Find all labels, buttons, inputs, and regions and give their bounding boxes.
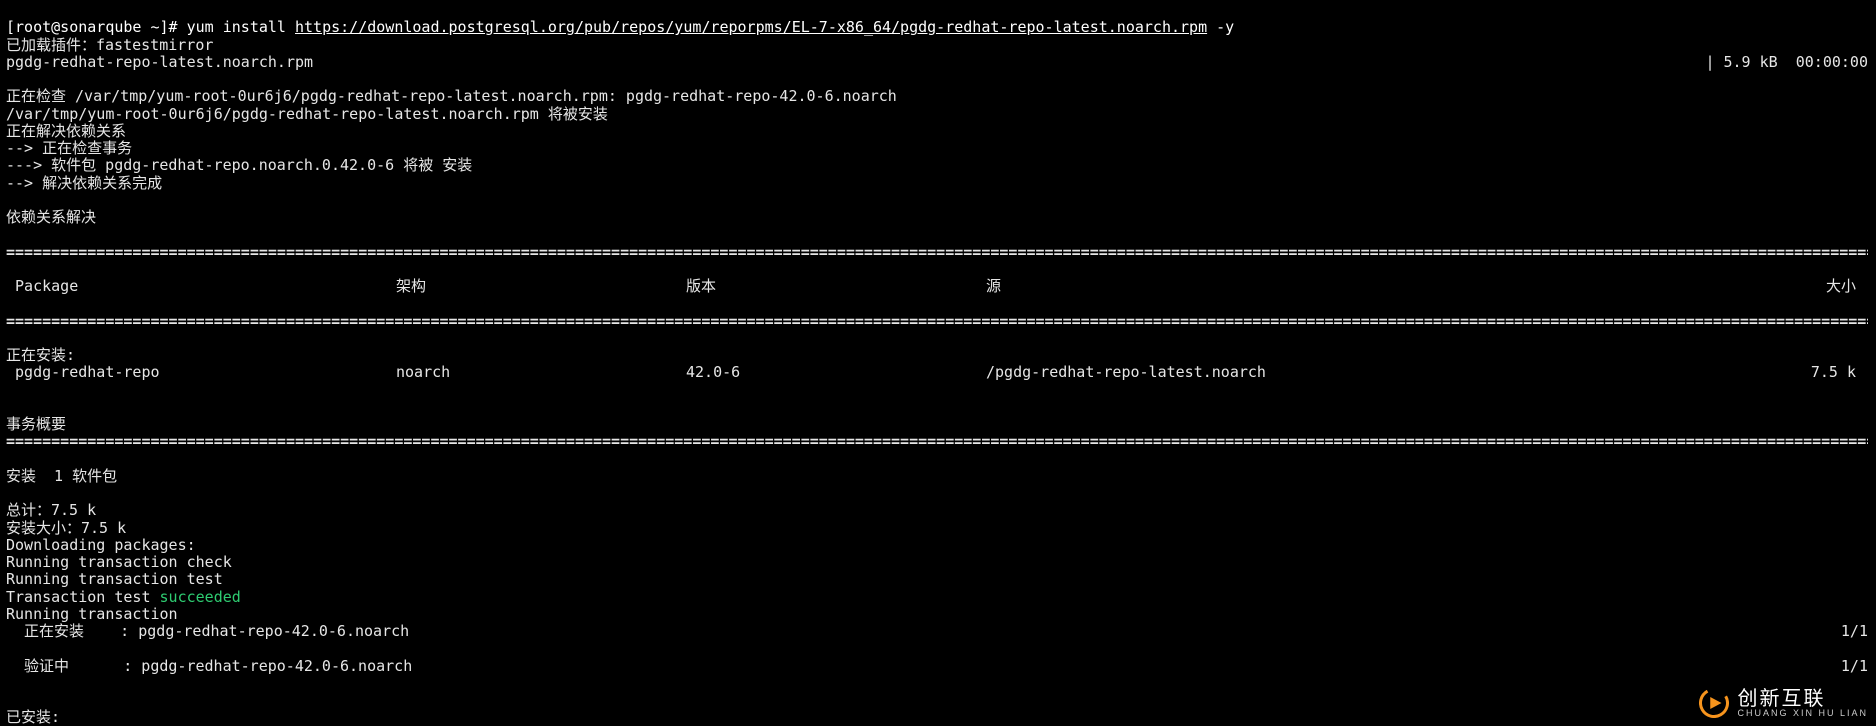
command-flags: -y (1207, 18, 1234, 36)
cell-size: 7.5 k (1506, 364, 1856, 381)
running-transaction: Running transaction (6, 605, 178, 623)
shell-prompt: [root@sonarqube ~]# yum install https://… (6, 18, 1234, 36)
transaction-test: Running transaction test (6, 570, 223, 588)
verifying-progress: 1/1 (412, 658, 1868, 675)
output-line: --> 解决依赖关系完成 (6, 174, 162, 192)
install-count: 安装 1 软件包 (6, 467, 117, 485)
output-line: --> 正在检查事务 (6, 139, 132, 157)
verifying-pkg: 验证中 : pgdg-redhat-repo-42.0-6.noarch (6, 658, 412, 675)
header-arch: 架构 (396, 278, 686, 295)
installing-row: 正在安装 : pgdg-redhat-repo-42.0-6.noarch1/1 (6, 623, 1868, 640)
separator-line: ========================================… (6, 433, 1868, 450)
installed-size: 安装大小：7.5 k (6, 519, 126, 537)
total-size: 总计：7.5 k (6, 501, 96, 519)
output-line: ---> 软件包 pgdg-redhat-repo.noarch.0.42.0-… (6, 156, 472, 174)
separator-line: ========================================… (6, 244, 1868, 261)
cell-version: 42.0-6 (686, 364, 986, 381)
header-size: 大小 (1506, 278, 1856, 295)
output-line: 正在解决依赖关系 (6, 122, 126, 140)
table-row: pgdg-redhat-reponoarch42.0-6/pgdg-redhat… (6, 364, 1868, 381)
transaction-check: Running transaction check (6, 553, 232, 571)
cell-arch: noarch (396, 364, 686, 381)
header-package: Package (6, 278, 396, 295)
installing-pkg: 正在安装 : pgdg-redhat-repo-42.0-6.noarch (6, 623, 409, 640)
installing-progress: 1/1 (409, 623, 1868, 640)
prompt-userhost: [root@sonarqube ~]# (6, 18, 178, 36)
installed-header: 已安装: (6, 708, 60, 726)
output-line: /var/tmp/yum-root-0ur6j6/pgdg-redhat-rep… (6, 105, 608, 123)
cell-source: /pgdg-redhat-repo-latest.noarch (986, 364, 1506, 381)
rpm-filename: pgdg-redhat-repo-latest.noarch.rpm (6, 54, 313, 71)
output-line: 依赖关系解决 (6, 208, 96, 226)
command-text: yum install (187, 18, 295, 36)
transaction-result-status: succeeded (160, 588, 241, 606)
cell-package: pgdg-redhat-repo (6, 364, 396, 381)
header-version: 版本 (686, 278, 986, 295)
command-url: https://download.postgresql.org/pub/repo… (295, 18, 1207, 36)
section-installing: 正在安装: (6, 346, 75, 364)
verifying-row: 验证中 : pgdg-redhat-repo-42.0-6.noarch1/1 (6, 658, 1868, 675)
output-line: 已加载插件：fastestmirror (6, 36, 213, 54)
separator-line: ========================================… (6, 313, 1868, 330)
transaction-summary-title: 事务概要 (6, 415, 66, 433)
transaction-result: Transaction test succeeded (6, 588, 241, 606)
download-speed: | 5.9 kB 00:00:00 (313, 54, 1868, 71)
transaction-result-pre: Transaction test (6, 588, 160, 606)
table-header-row: Package架构版本源大小 (6, 278, 1868, 295)
terminal-output: [root@sonarqube ~]# yum install https://… (0, 0, 1876, 726)
output-line: 正在检查 /var/tmp/yum-root-0ur6j6/pgdg-redha… (6, 87, 897, 105)
header-source: 源 (986, 278, 1506, 295)
downloading-packages: Downloading packages: (6, 536, 196, 554)
download-progress-line: pgdg-redhat-repo-latest.noarch.rpm| 5.9 … (6, 54, 1868, 71)
